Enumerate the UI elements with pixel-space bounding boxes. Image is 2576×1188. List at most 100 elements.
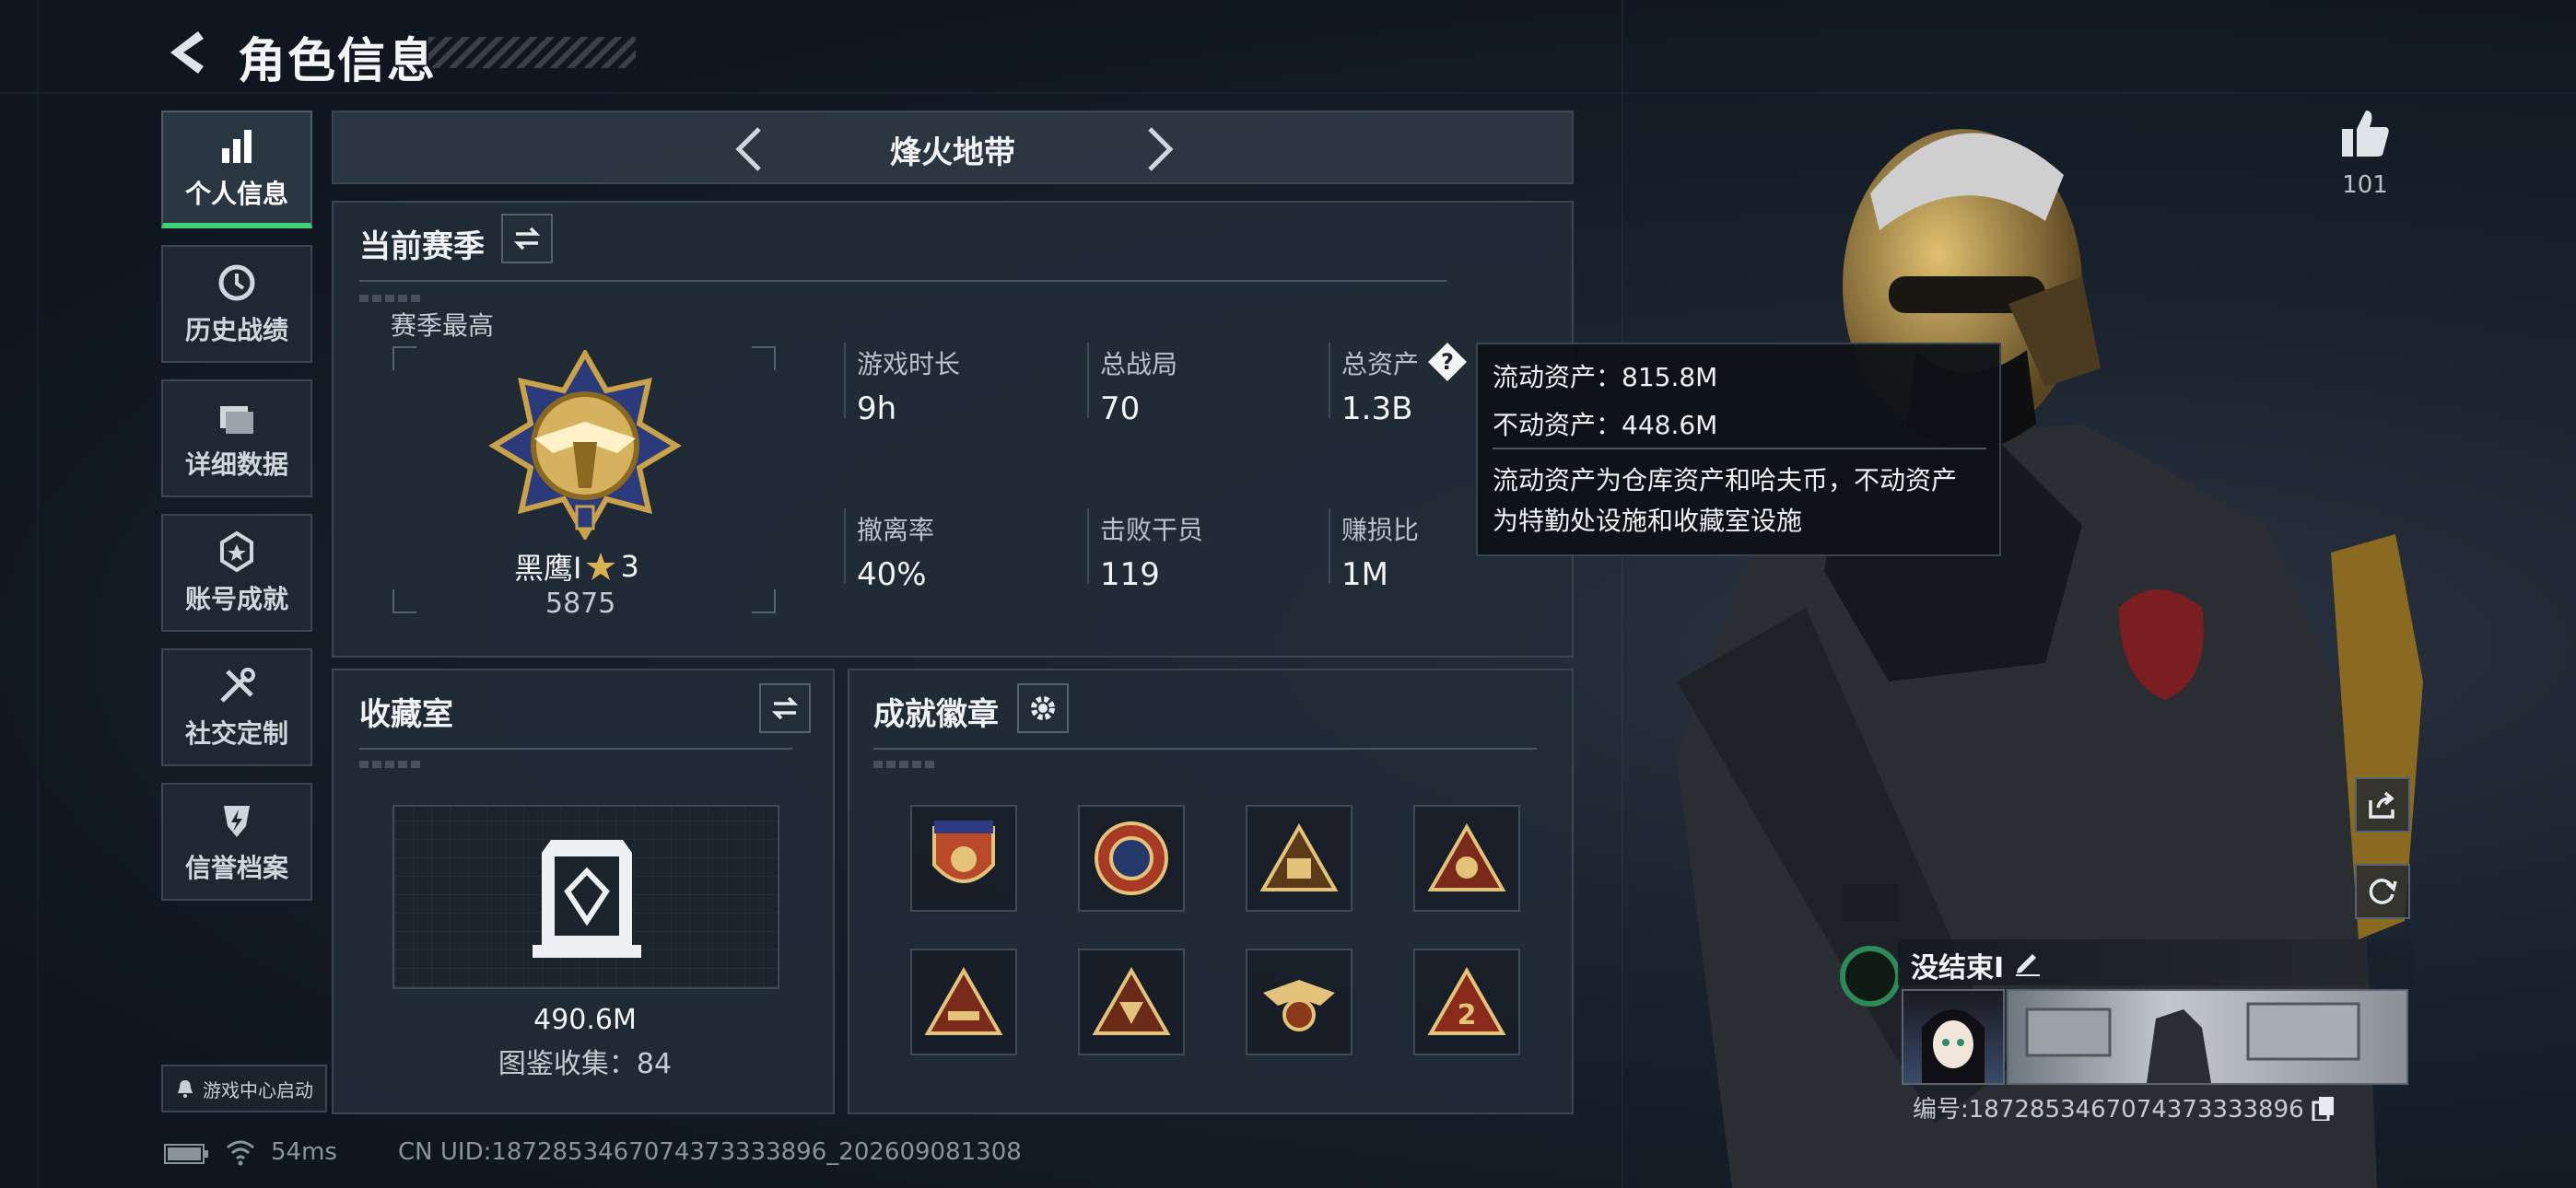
nav-label: 个人信息 [184,179,288,209]
stat-value: 70 [1100,390,1141,427]
collection-display[interactable] [392,805,779,989]
divider [359,748,792,750]
tools-icon [220,668,255,703]
stat-label: 击败干员 [1100,515,1204,545]
divider [873,748,1537,750]
rank-emblem-icon [488,350,682,540]
edit-icon[interactable] [2012,947,2043,978]
refresh-button[interactable] [2355,864,2410,919]
credit-icon [224,806,250,837]
stat-separator [1087,508,1089,584]
rank-name: 黑鹰I [514,551,582,586]
bar-chart-icon [222,130,252,163]
collection-swap-button[interactable] [759,683,811,733]
achievement-badge[interactable] [1246,805,1352,912]
screen: { "header": {"title": "角色信息"}, "nav": [ … [0,0,2576,1188]
help-icon[interactable]: ? [1426,341,1469,383]
eagle-badge-icon [1263,980,1335,1031]
stat-label: 撤离率 [857,515,935,545]
nav-social[interactable]: 社交定制 [161,648,312,766]
gear-icon [1031,696,1055,720]
avatar[interactable] [1902,989,2005,1085]
achievement-badge[interactable] [1246,949,1352,1055]
rank-label: 黑鹰I 3 [514,545,639,588]
decor-text [359,761,424,768]
stat-separator [844,508,846,584]
banner-image [2025,1002,2360,1083]
player-banner[interactable] [2007,989,2408,1085]
swap-icon [771,696,799,720]
share-button[interactable] [2355,777,2410,833]
next-arrow-icon[interactable] [1130,122,1185,177]
asset-tooltip: 流动资产：815.8M 不动资产：448.6M 流动资产为仓库资产和哈夫币，不动… [1476,343,2001,556]
nav-credit[interactable]: 信誉档案 [161,783,312,901]
stat-value: 1.3B [1341,390,1413,427]
achievement-badge[interactable] [910,805,1017,912]
thumbs-up-icon[interactable] [2338,107,2392,160]
shield-badge-icon [932,821,995,883]
collection-catalog: 图鉴收集：84 [498,1048,673,1080]
season-title: 当前赛季 [359,228,485,265]
wifi-icon [227,1140,254,1166]
triangle-badge-icon [1092,966,1171,1035]
nav-history[interactable]: 历史战绩 [161,245,312,363]
collection-panel: 收藏室 490.6M 图鉴收集：84 [332,669,835,1114]
ping-text: 54ms [271,1138,337,1166]
tooltip-fixed: 不动资产：448.6M [1493,410,1718,440]
triangle-badge-icon [1259,822,1339,891]
season-swap-button[interactable] [501,214,553,263]
achievement-badge[interactable] [910,949,1017,1055]
rank-score: 5875 [545,588,616,620]
collection-value: 490.6M [533,1004,637,1036]
stat-label: 赚损比 [1341,515,1420,545]
rank-stars: 3 [620,549,639,584]
achievement-badge[interactable] [1078,949,1185,1055]
vault-icon [533,840,641,958]
achievement-badge[interactable] [1413,805,1520,912]
map-selector: 烽火地带 [332,111,1574,184]
season-best-label: 赛季最高 [391,310,495,341]
title-decoration [428,37,636,68]
achievements-panel: 成就徽章 2 [848,669,1574,1114]
frame-corner [392,589,416,613]
start-label: 游戏中心启动 [203,1078,313,1101]
tooltip-desc-1: 流动资产为仓库资产和哈夫币，不动资产 [1493,465,1958,495]
nav-personal-info[interactable]: 个人信息 [161,111,312,228]
copy-icon[interactable] [2312,1095,2336,1121]
battery-icon [164,1144,208,1164]
back-arrow-icon[interactable] [161,26,215,79]
stat-label: 游戏时长 [857,349,961,379]
divider [1493,448,1986,449]
achievement-badge[interactable] [1078,805,1185,912]
achievement-badge[interactable]: 2 [1413,949,1520,1055]
stat-value: 40% [857,556,927,593]
stat-separator [1329,343,1330,418]
divider [359,280,1446,282]
stat-separator [1087,343,1089,418]
stat-separator [844,343,846,418]
page-title: 角色信息 [238,34,438,89]
frame-corner [752,346,776,370]
avatar-portrait [1922,1009,1985,1083]
stat-value: 9h [857,390,897,427]
nav-achievements[interactable]: 账号成就 [161,514,312,632]
stat-value: 1M [1341,556,1388,593]
triangle-badge-icon: 2 [1427,966,1506,1035]
player-name-bar: 没结束I [1898,939,2414,985]
game-center-start-button[interactable]: 游戏中心启动 [161,1065,327,1112]
triangle-badge-icon [924,966,1003,1035]
tooltip-liquid: 流动资产：815.8M [1493,362,1718,392]
triangle-badge-icon [1427,822,1506,891]
bell-icon [178,1080,193,1098]
stat-separator [1329,508,1330,584]
map-name: 烽火地带 [890,134,1015,171]
history-icon [218,264,255,301]
svg-text:2: 2 [1458,999,1477,1031]
collection-title: 收藏室 [359,696,453,733]
nav-detail-data[interactable]: 详细数据 [161,379,312,497]
tooltip-desc-2: 为特勤处设施和收藏室设施 [1493,506,1803,536]
decor-text [359,295,424,302]
achievements-settings-button[interactable] [1017,683,1069,733]
frame-corner [392,346,416,370]
star-icon [586,553,616,580]
